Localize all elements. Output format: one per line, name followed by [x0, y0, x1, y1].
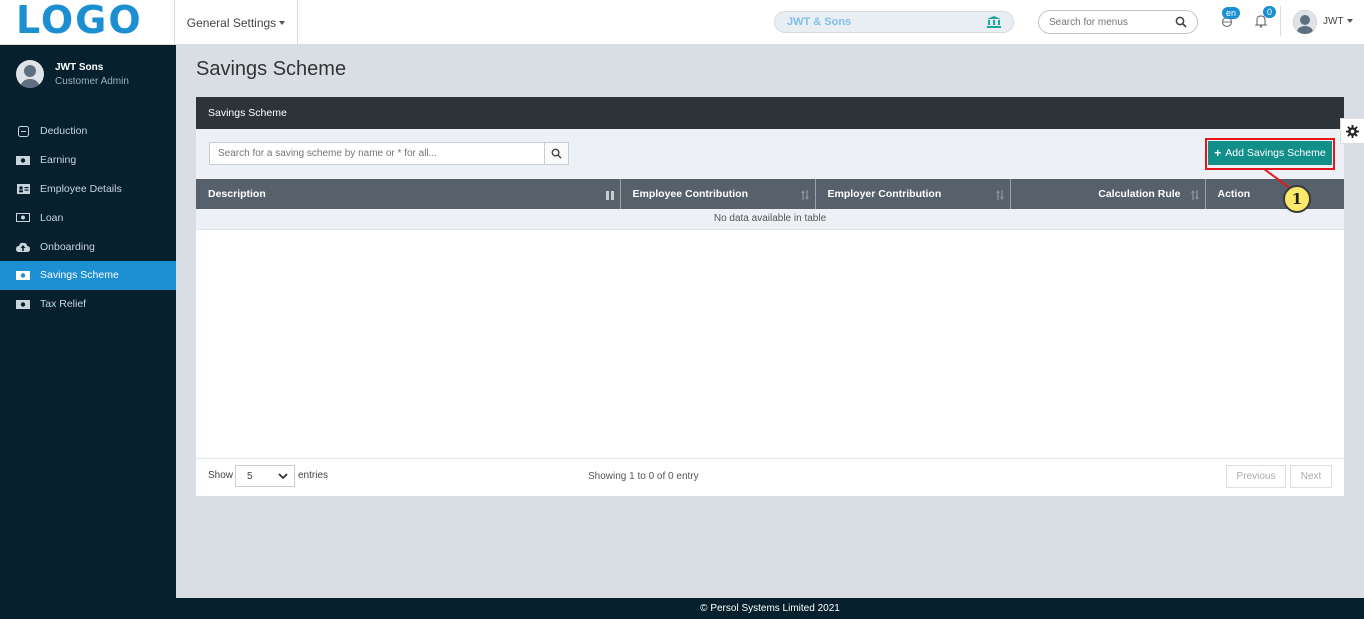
scheme-search-input[interactable] — [210, 143, 544, 164]
savings-scheme-card: Savings Scheme + Add Savings Scheme Desc… — [196, 97, 1344, 496]
page-footer: © Persol Systems Limited 2021 — [176, 598, 1364, 619]
profile-role: Customer Admin — [55, 76, 129, 87]
page-size-value: 5 — [247, 470, 253, 482]
bank-icon — [987, 16, 1001, 28]
divider — [1280, 6, 1281, 36]
language-badge: en — [1222, 7, 1241, 19]
search-icon — [551, 148, 562, 159]
sidebar-item-earning[interactable]: Earning — [0, 146, 176, 175]
table-row: No data available in table — [196, 209, 1344, 230]
empty-table-message: No data available in table — [196, 209, 1344, 230]
sidebar-item-label: Employee Details — [40, 182, 122, 195]
notification-badge: 0 — [1263, 6, 1277, 18]
sidebar-item-loan[interactable]: Loan — [0, 203, 176, 232]
sidebar-item-label: Tax Relief — [40, 298, 87, 311]
avatar-icon — [16, 60, 44, 88]
sort-icon — [1190, 190, 1199, 200]
sort-icon — [605, 191, 614, 200]
sort-icon — [800, 190, 809, 200]
menu-search[interactable] — [1038, 10, 1198, 34]
sidebar-item-deduction[interactable]: Deduction — [0, 117, 176, 146]
previous-page-button[interactable]: Previous — [1226, 465, 1286, 488]
column-header-employer-contribution[interactable]: Employer Contribution — [815, 179, 1011, 209]
card-header: Savings Scheme — [196, 97, 1344, 129]
divider — [196, 458, 1344, 459]
avatar-icon — [1293, 10, 1317, 34]
scheme-search[interactable] — [209, 142, 569, 165]
column-header-employee-contribution[interactable]: Employee Contribution — [620, 179, 816, 209]
menu-search-input[interactable] — [1049, 16, 1175, 28]
sidebar-item-onboarding[interactable]: Onboarding — [0, 232, 176, 261]
column-label: Employer Contribution — [827, 188, 942, 200]
user-avatar[interactable] — [1293, 10, 1317, 34]
column-label: Action — [1217, 188, 1251, 200]
sidebar: JWT Sons Customer Admin Deduction Earnin… — [0, 45, 176, 619]
id-card-icon — [16, 183, 30, 195]
company-selector[interactable]: JWT & Sons — [774, 11, 1014, 33]
column-label: Description — [208, 188, 266, 200]
sidebar-item-label: Earning — [40, 154, 77, 167]
chevron-down-icon — [278, 473, 288, 480]
next-page-button[interactable]: Next — [1290, 465, 1332, 488]
entries-label: entries — [298, 470, 329, 481]
profile-avatar — [16, 60, 44, 88]
money-icon — [16, 269, 30, 281]
sidebar-nav: Deduction Earning Employee Details Loan … — [0, 117, 176, 319]
search-button[interactable] — [544, 143, 568, 164]
logo[interactable]: LOGO — [16, 0, 143, 42]
column-label: Employee Contribution — [632, 188, 749, 200]
table-toolbar: + Add Savings Scheme — [196, 129, 1344, 179]
highlight-box — [1205, 138, 1335, 170]
general-settings-dropdown[interactable]: General Settings — [174, 0, 298, 45]
column-header-calculation-rule[interactable]: Calculation Rule — [1010, 179, 1206, 209]
sidebar-item-label: Savings Scheme — [40, 269, 119, 282]
user-menu[interactable]: JWT — [1323, 16, 1353, 27]
caret-down-icon — [1346, 19, 1353, 24]
cloud-upload-icon — [16, 241, 30, 253]
gear-icon — [1346, 124, 1359, 138]
show-label: Show — [208, 470, 234, 481]
sort-icon — [995, 190, 1004, 200]
top-bar: LOGO General Settings JWT & Sons en 0 — [0, 0, 1364, 45]
pagination-info: Showing 1 to 0 of 0 entry — [588, 471, 699, 482]
caret-down-icon — [279, 20, 286, 25]
money-icon — [16, 212, 30, 224]
sidebar-item-label: Onboarding — [40, 240, 95, 253]
general-settings-label: General Settings — [186, 15, 277, 30]
profile-name: JWT Sons — [55, 62, 104, 73]
sidebar-item-label: Deduction — [40, 125, 88, 138]
page-title: Savings Scheme — [196, 58, 347, 80]
sidebar-item-tax-relief[interactable]: Tax Relief — [0, 290, 176, 319]
savings-scheme-table: Description Employee Contribution Employ… — [196, 179, 1344, 230]
column-header-description[interactable]: Description — [196, 179, 621, 209]
callout-marker: 1 — [1283, 185, 1311, 213]
search-icon[interactable] — [1175, 16, 1187, 28]
page-size-select[interactable]: 5 — [235, 465, 295, 487]
sidebar-item-label: Loan — [40, 211, 64, 224]
sidebar-item-employee-details[interactable]: Employee Details — [0, 175, 176, 204]
minus-square-icon — [16, 125, 30, 137]
sidebar-item-savings-scheme[interactable]: Savings Scheme — [0, 260, 176, 290]
money-icon — [16, 298, 30, 310]
column-label: Calculation Rule — [1098, 188, 1181, 200]
company-name: JWT & Sons — [787, 16, 852, 28]
settings-gear-tab[interactable] — [1340, 118, 1364, 144]
money-icon — [16, 154, 30, 166]
user-name-label: JWT — [1323, 16, 1344, 27]
